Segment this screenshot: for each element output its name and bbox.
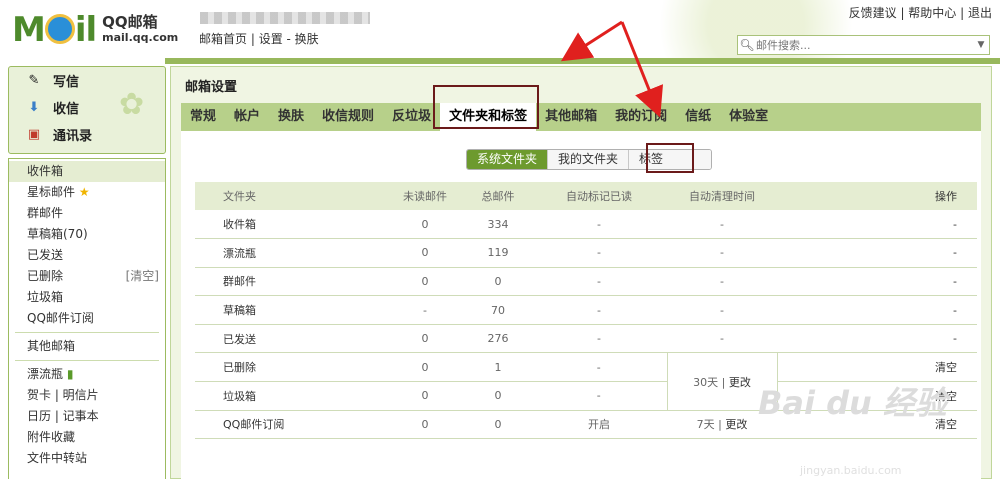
tab-skin[interactable]: 换肤 [269,103,313,131]
contacts-icon: ▣ [27,127,41,142]
table-row: 草稿箱 - 70 - - - [195,295,977,325]
tab-lab[interactable]: 体验室 [720,103,777,131]
table-header: 文件夹 未读邮件 总邮件 自动标记已读 自动清理时间 操作 [195,182,977,210]
table-row: 漂流瓶 0 119 - - - [195,238,977,268]
folder-other-mailbox[interactable]: 其他邮箱 [9,336,165,357]
logo-globe-icon [44,13,75,44]
nav-skin[interactable]: 换肤 [295,32,319,46]
logo-domain: mail.qq.com [102,31,179,44]
divider [15,332,159,333]
nav-mail-home[interactable]: 邮箱首页 [199,32,247,46]
folder-drafts[interactable]: 草稿箱(70) [9,224,165,245]
watermark-logo: Bai du 经验 [758,384,947,422]
table-row: 群邮件 0 0 - - - [195,267,977,297]
logo-brand: Mil [12,10,97,50]
table-row: 已发送 0 276 - - - [195,324,977,354]
settings-tabs: 常规 帐户 换肤 收信规则 反垃圾 文件夹和标签 其他邮箱 我的订阅 信纸 体验… [181,103,981,131]
header: Mil QQ邮箱 mail.qq.com 邮箱首页 | 设置 - 换肤 反馈建议… [0,0,1000,62]
search-box[interactable]: 🔍︎ ▼ [737,35,990,55]
tab-antispam[interactable]: 反垃圾 [383,103,440,131]
change-cleanup-link[interactable]: 更改 [729,376,751,389]
divider [15,360,159,361]
bottle-icon: ▮ [66,367,74,381]
tool-cards[interactable]: 贺卡 | 明信片 [9,385,165,406]
top-links: 反馈建议 | 帮助中心 | 退出 [848,6,992,20]
tool-attachments[interactable]: 附件收藏 [9,427,165,448]
tool-calendar[interactable]: 日历 | 记事本 [9,406,165,427]
table-row: 收件箱 0 334 - - - [195,210,977,240]
account-nav: 邮箱首页 | 设置 - 换肤 [199,32,319,46]
inbox-download-icon: ⬇ [28,100,40,115]
tab-other-mailbox[interactable]: 其他邮箱 [536,103,606,131]
tab-rules[interactable]: 收信规则 [313,103,383,131]
tab-account[interactable]: 帐户 [225,103,269,131]
header-divider [165,58,1000,64]
nav-settings[interactable]: 设置 [259,32,283,46]
search-input[interactable] [756,38,973,52]
subtab-my-folders[interactable]: 我的文件夹 [548,150,630,169]
pencil-icon: ✎ [28,73,40,88]
tool-file-transfer[interactable]: 文件中转站 [9,448,165,469]
help-link[interactable]: 帮助中心 [908,6,956,20]
tab-stationery[interactable]: 信纸 [676,103,720,131]
star-icon: ★ [78,185,90,199]
folder-starred[interactable]: 星标邮件 ★ [9,182,165,203]
logo-title: QQ邮箱 [102,13,158,31]
folder-subscriptions[interactable]: QQ邮件订阅 [9,308,165,329]
watermark-url: jingyan.baidu.com [800,464,902,477]
quick-actions: ✎ 写信 ⬇ 收信 ▣ 通讯录 ✿ [8,66,166,154]
sidebar: ✎ 写信 ⬇ 收信 ▣ 通讯录 ✿ 收件箱 星标邮件 ★ 群邮件 草稿箱(70)… [8,66,166,479]
search-dropdown-icon[interactable]: ▼ [973,40,989,50]
folder-sent[interactable]: 已发送 [9,245,165,266]
page-title: 邮箱设置 [185,80,238,95]
logo[interactable]: Mil QQ邮箱 mail.qq.com [12,10,178,50]
tab-general[interactable]: 常规 [181,103,225,131]
account-name-blurred [200,12,370,24]
folder-spam[interactable]: 垃圾箱 [9,287,165,308]
feedback-link[interactable]: 反馈建议 [849,6,897,20]
empty-deleted-link[interactable]: 清空 [935,361,957,374]
search-icon: 🔍︎ [739,38,755,52]
folder-list: 收件箱 星标邮件 ★ 群邮件 草稿箱(70) 已发送 已删除 [清空] 垃圾箱 Q… [8,158,166,479]
subtab-labels[interactable]: 标签 [629,150,712,169]
folder-group[interactable]: 群邮件 [9,203,165,224]
flower-decoration-icon: ✿ [119,87,145,122]
change-subscription-cleanup-link[interactable]: 更改 [725,418,747,431]
tab-subscriptions[interactable]: 我的订阅 [606,103,676,131]
tool-drift-bottle[interactable]: 漂流瓶 ▮ [9,364,165,385]
logout-link[interactable]: 退出 [968,6,992,20]
tab-folders-labels[interactable]: 文件夹和标签 [440,103,537,131]
tab-content: 系统文件夹 我的文件夹 标签 文件夹 未读邮件 总邮件 自动标记已读 自动清理时… [181,131,981,479]
subtab-system-folders[interactable]: 系统文件夹 [467,150,549,169]
empty-trash-link[interactable]: [清空] [126,266,159,287]
folder-inbox[interactable]: 收件箱 [9,161,165,182]
folder-deleted[interactable]: 已删除 [清空] [9,266,165,287]
folder-subtabs: 系统文件夹 我的文件夹 标签 [466,149,713,170]
